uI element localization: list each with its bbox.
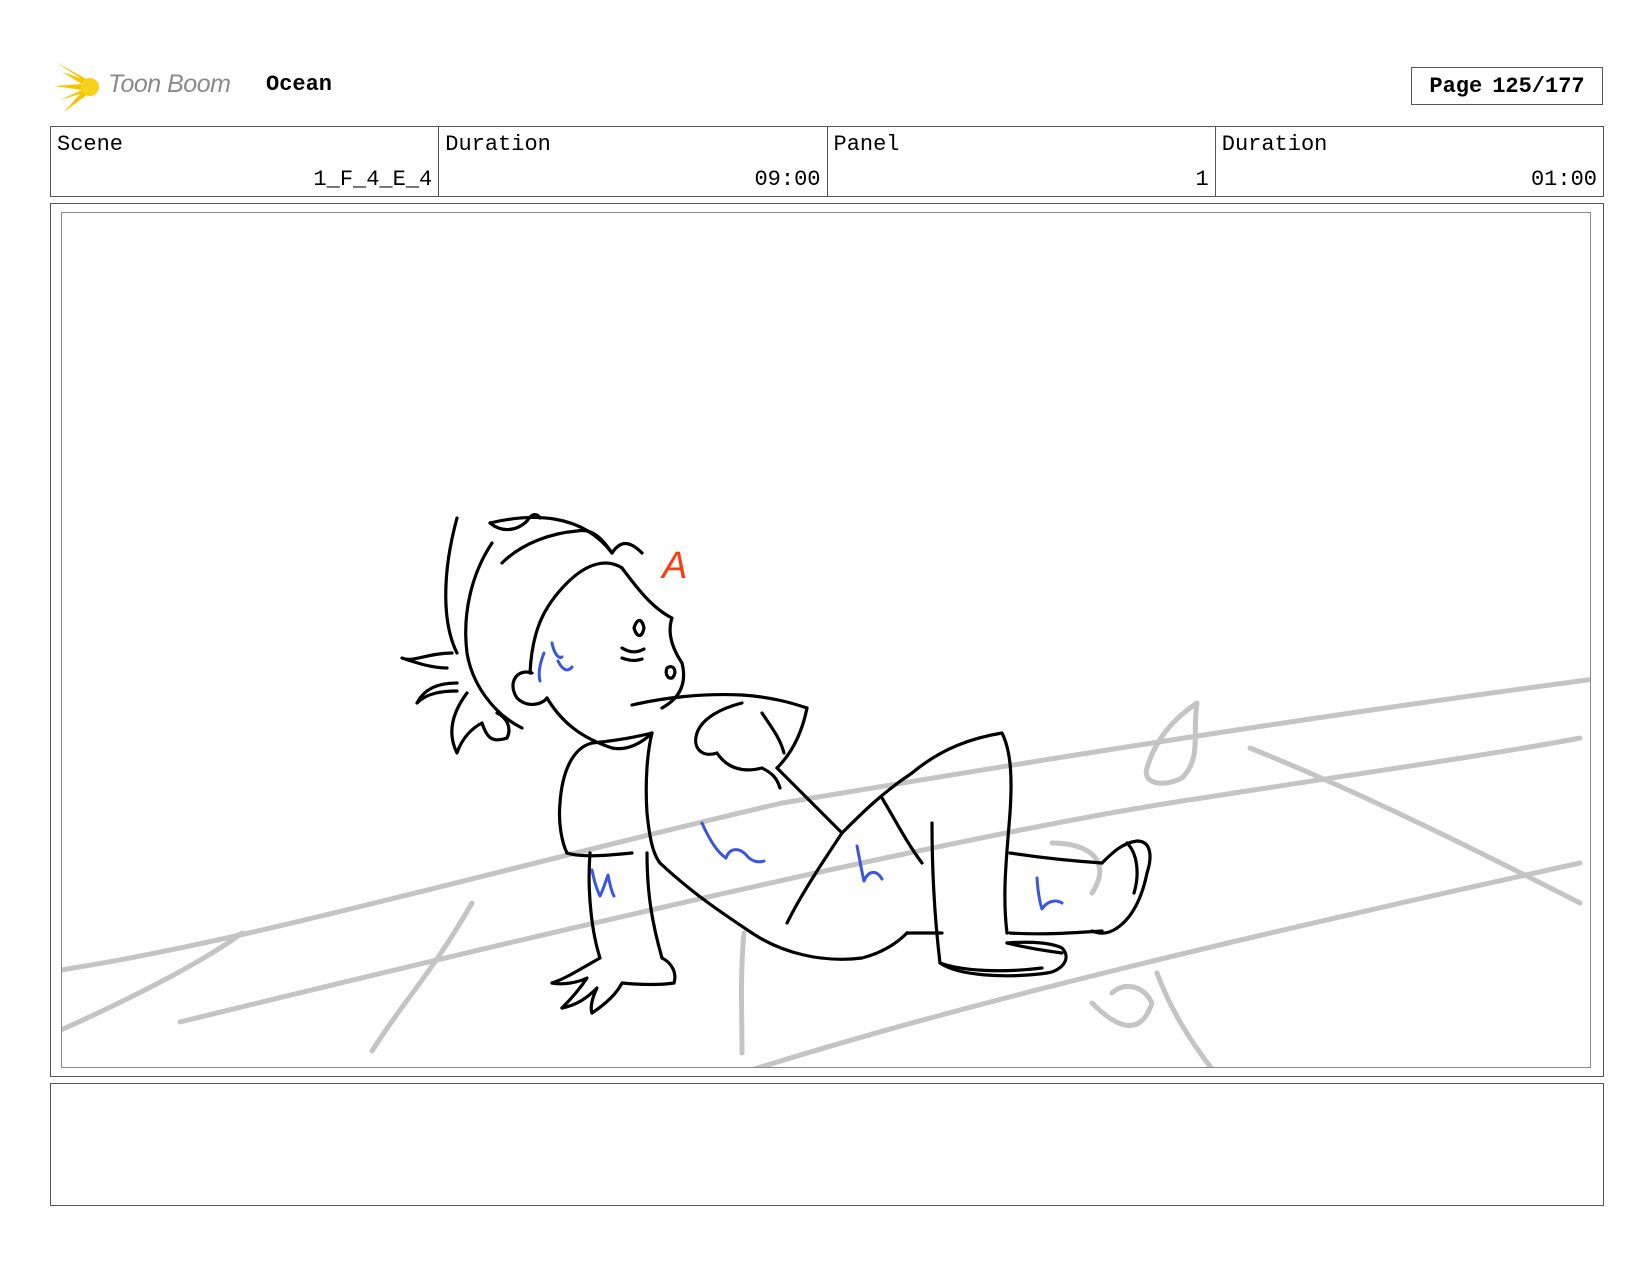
page-indicator: Page 125/177 — [1411, 67, 1603, 105]
character-sketch — [400, 513, 1152, 1015]
panel-value: 1 — [1195, 167, 1209, 192]
page-number: 125/177 — [1492, 73, 1585, 99]
scene-label: Scene — [57, 132, 124, 157]
scene-duration-label: Duration — [445, 132, 551, 157]
scene-duration-cell: Duration 09:00 — [439, 127, 828, 196]
panel-drawing-area: A — [61, 212, 1591, 1068]
ground-lines — [62, 677, 1590, 1067]
panel-sketch: A — [62, 513, 1590, 1067]
scene-duration-value: 09:00 — [754, 167, 821, 192]
panel-duration-value: 01:00 — [1530, 167, 1597, 192]
panel-duration-cell: Duration 01:00 — [1216, 127, 1603, 196]
panel-marker-letter: A — [660, 545, 687, 587]
panel-duration-label: Duration — [1221, 132, 1328, 157]
page-label: Page — [1429, 73, 1483, 99]
panel-notes-box[interactable] — [50, 1083, 1604, 1206]
storyboard-panel: A — [50, 203, 1604, 1077]
scene-value: 1_F_4_E_4 — [313, 167, 433, 192]
scene-cell: Scene 1_F_4_E_4 — [51, 127, 440, 196]
blue-motion-marks — [537, 641, 1064, 911]
toon-boom-logo: Toon Boom — [52, 58, 248, 114]
starburst-icon — [54, 62, 100, 112]
brand-name: Toon Boom — [108, 70, 231, 98]
scene-info-table: Scene 1_F_4_E_4 Duration 09:00 Panel 1 D… — [50, 126, 1604, 197]
panel-cell: Panel 1 — [828, 127, 1216, 196]
panel-label: Panel — [833, 132, 900, 157]
project-title: Ocean — [266, 72, 333, 97]
